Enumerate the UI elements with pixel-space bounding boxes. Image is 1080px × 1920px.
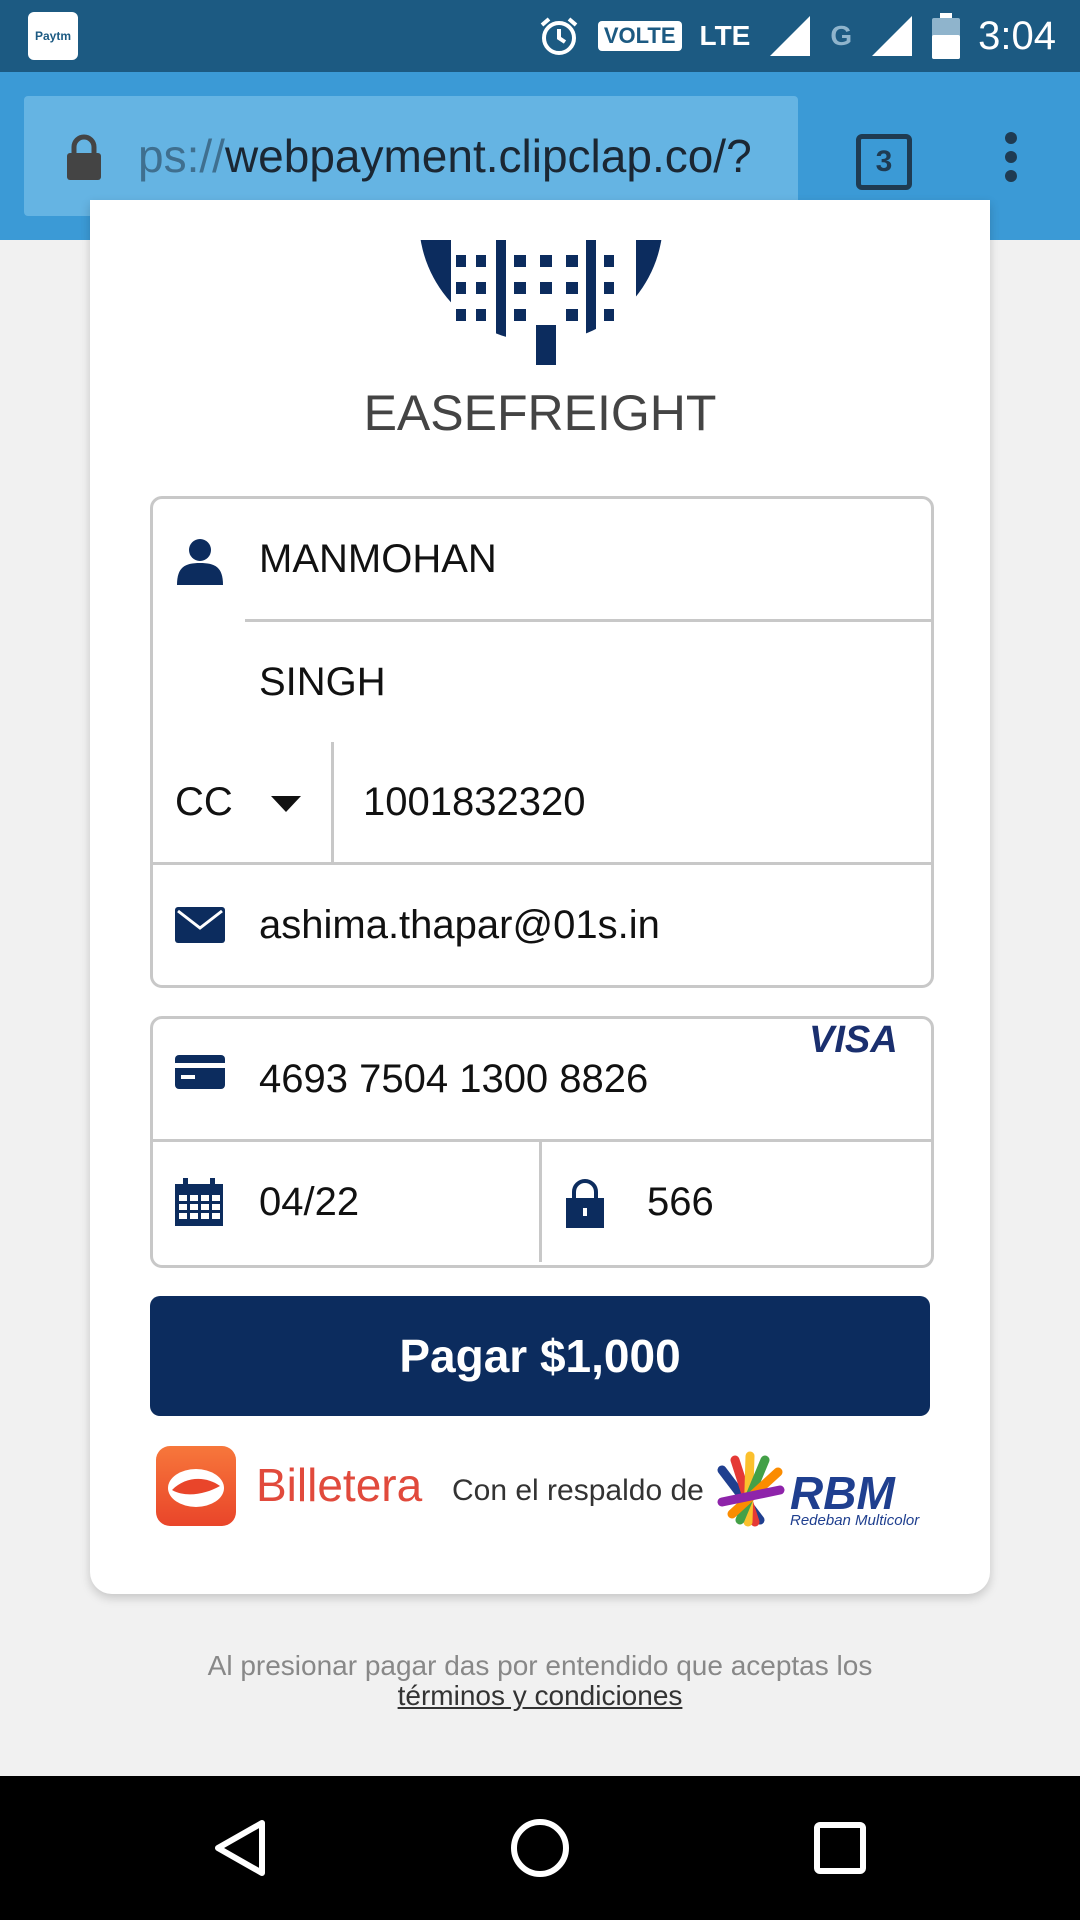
home-icon	[511, 1819, 569, 1877]
credit-card-icon	[175, 1055, 225, 1089]
alarm-icon	[540, 17, 578, 55]
calendar-icon	[175, 1178, 223, 1226]
menu-dot	[1005, 132, 1017, 144]
home-button[interactable]	[480, 1776, 600, 1920]
expiry-cvv-row: 04/22 566	[153, 1139, 931, 1262]
rbm-logo-icon	[717, 1451, 785, 1527]
padlock-icon	[566, 1179, 604, 1228]
last-name-row: SINGH	[245, 619, 931, 742]
signal-icon-2	[872, 16, 913, 56]
expiry-cvv-divider	[539, 1142, 542, 1262]
mail-icon	[175, 907, 225, 943]
billetera-app-icon	[156, 1446, 236, 1526]
status-bar: Paytm VOLTE LTE G 3:04	[0, 0, 1080, 72]
billetera-label: Billetera	[256, 1459, 423, 1511]
url-scheme: ps://	[138, 130, 225, 182]
menu-dot	[1005, 151, 1017, 163]
card-info-form: 4693 7504 1300 8826 VISA 04/22 566	[150, 1016, 934, 1268]
first-name-field[interactable]: MANMOHAN	[259, 499, 497, 619]
navigation-bar	[0, 1776, 1080, 1920]
terms-link[interactable]: términos y condiciones	[398, 1680, 683, 1711]
back-button[interactable]	[180, 1776, 300, 1920]
pay-button[interactable]: Pagar $1,000	[150, 1296, 930, 1416]
merchant-logo	[396, 240, 686, 370]
back-icon	[215, 1820, 265, 1876]
last-name-field[interactable]: SINGH	[259, 622, 386, 742]
email-field[interactable]: ashima.thapar@01s.in	[259, 865, 660, 985]
overflow-menu-button[interactable]	[998, 132, 1024, 188]
card-number-row: 4693 7504 1300 8826 VISA	[153, 1019, 931, 1139]
person-icon	[177, 539, 223, 585]
first-name-row: MANMOHAN	[153, 499, 931, 619]
personal-info-form: MANMOHAN SINGH CC 1001832320 ashima.thap…	[150, 496, 934, 988]
id-divider	[331, 742, 334, 862]
signal-icon	[770, 16, 811, 56]
chevron-down-icon[interactable]	[271, 796, 301, 812]
paytm-notification-icon: Paytm	[28, 12, 78, 60]
rbm-subtitle: Redeban Multicolor	[790, 1512, 920, 1529]
recents-icon	[814, 1822, 866, 1874]
url-text: ps://webpayment.clipclap.co/?	[138, 96, 788, 216]
volte-badge: VOLTE	[597, 21, 682, 51]
visa-logo: VISA	[809, 1019, 898, 1061]
merchant-name: EASEFREIGHT	[363, 385, 717, 441]
address-bar[interactable]: ps://webpayment.clipclap.co/?	[24, 96, 798, 216]
status-icons: VOLTE LTE G 3:04	[538, 0, 1056, 72]
respaldo-label: Con el respaldo de	[452, 1474, 704, 1507]
billetera-logo-icon	[168, 1469, 224, 1507]
cvv-field[interactable]: 566	[647, 1142, 714, 1262]
menu-dot	[1005, 170, 1017, 182]
building-icon	[396, 240, 686, 370]
url-host: webpayment.clipclap.co/?	[224, 130, 752, 182]
id-type-select[interactable]: CC	[175, 742, 233, 862]
clock: 3:04	[978, 13, 1056, 58]
email-row: ashima.thapar@01s.in	[153, 862, 931, 985]
lock-icon	[67, 134, 101, 180]
card-number-field[interactable]: 4693 7504 1300 8826	[259, 1019, 648, 1139]
tab-switcher-button[interactable]: 3	[856, 134, 912, 190]
recents-button[interactable]	[780, 1776, 900, 1920]
id-row: CC 1001832320	[153, 742, 931, 862]
battery-icon	[932, 13, 961, 59]
lte-indicator: LTE	[699, 20, 751, 51]
id-number-field[interactable]: 1001832320	[363, 742, 585, 862]
terms-link-row: términos y condiciones	[0, 1680, 1080, 1712]
g-indicator: G	[830, 20, 853, 51]
terms-text: Al presionar pagar das por entendido que…	[207, 1650, 873, 1681]
expiry-field[interactable]: 04/22	[259, 1142, 359, 1262]
